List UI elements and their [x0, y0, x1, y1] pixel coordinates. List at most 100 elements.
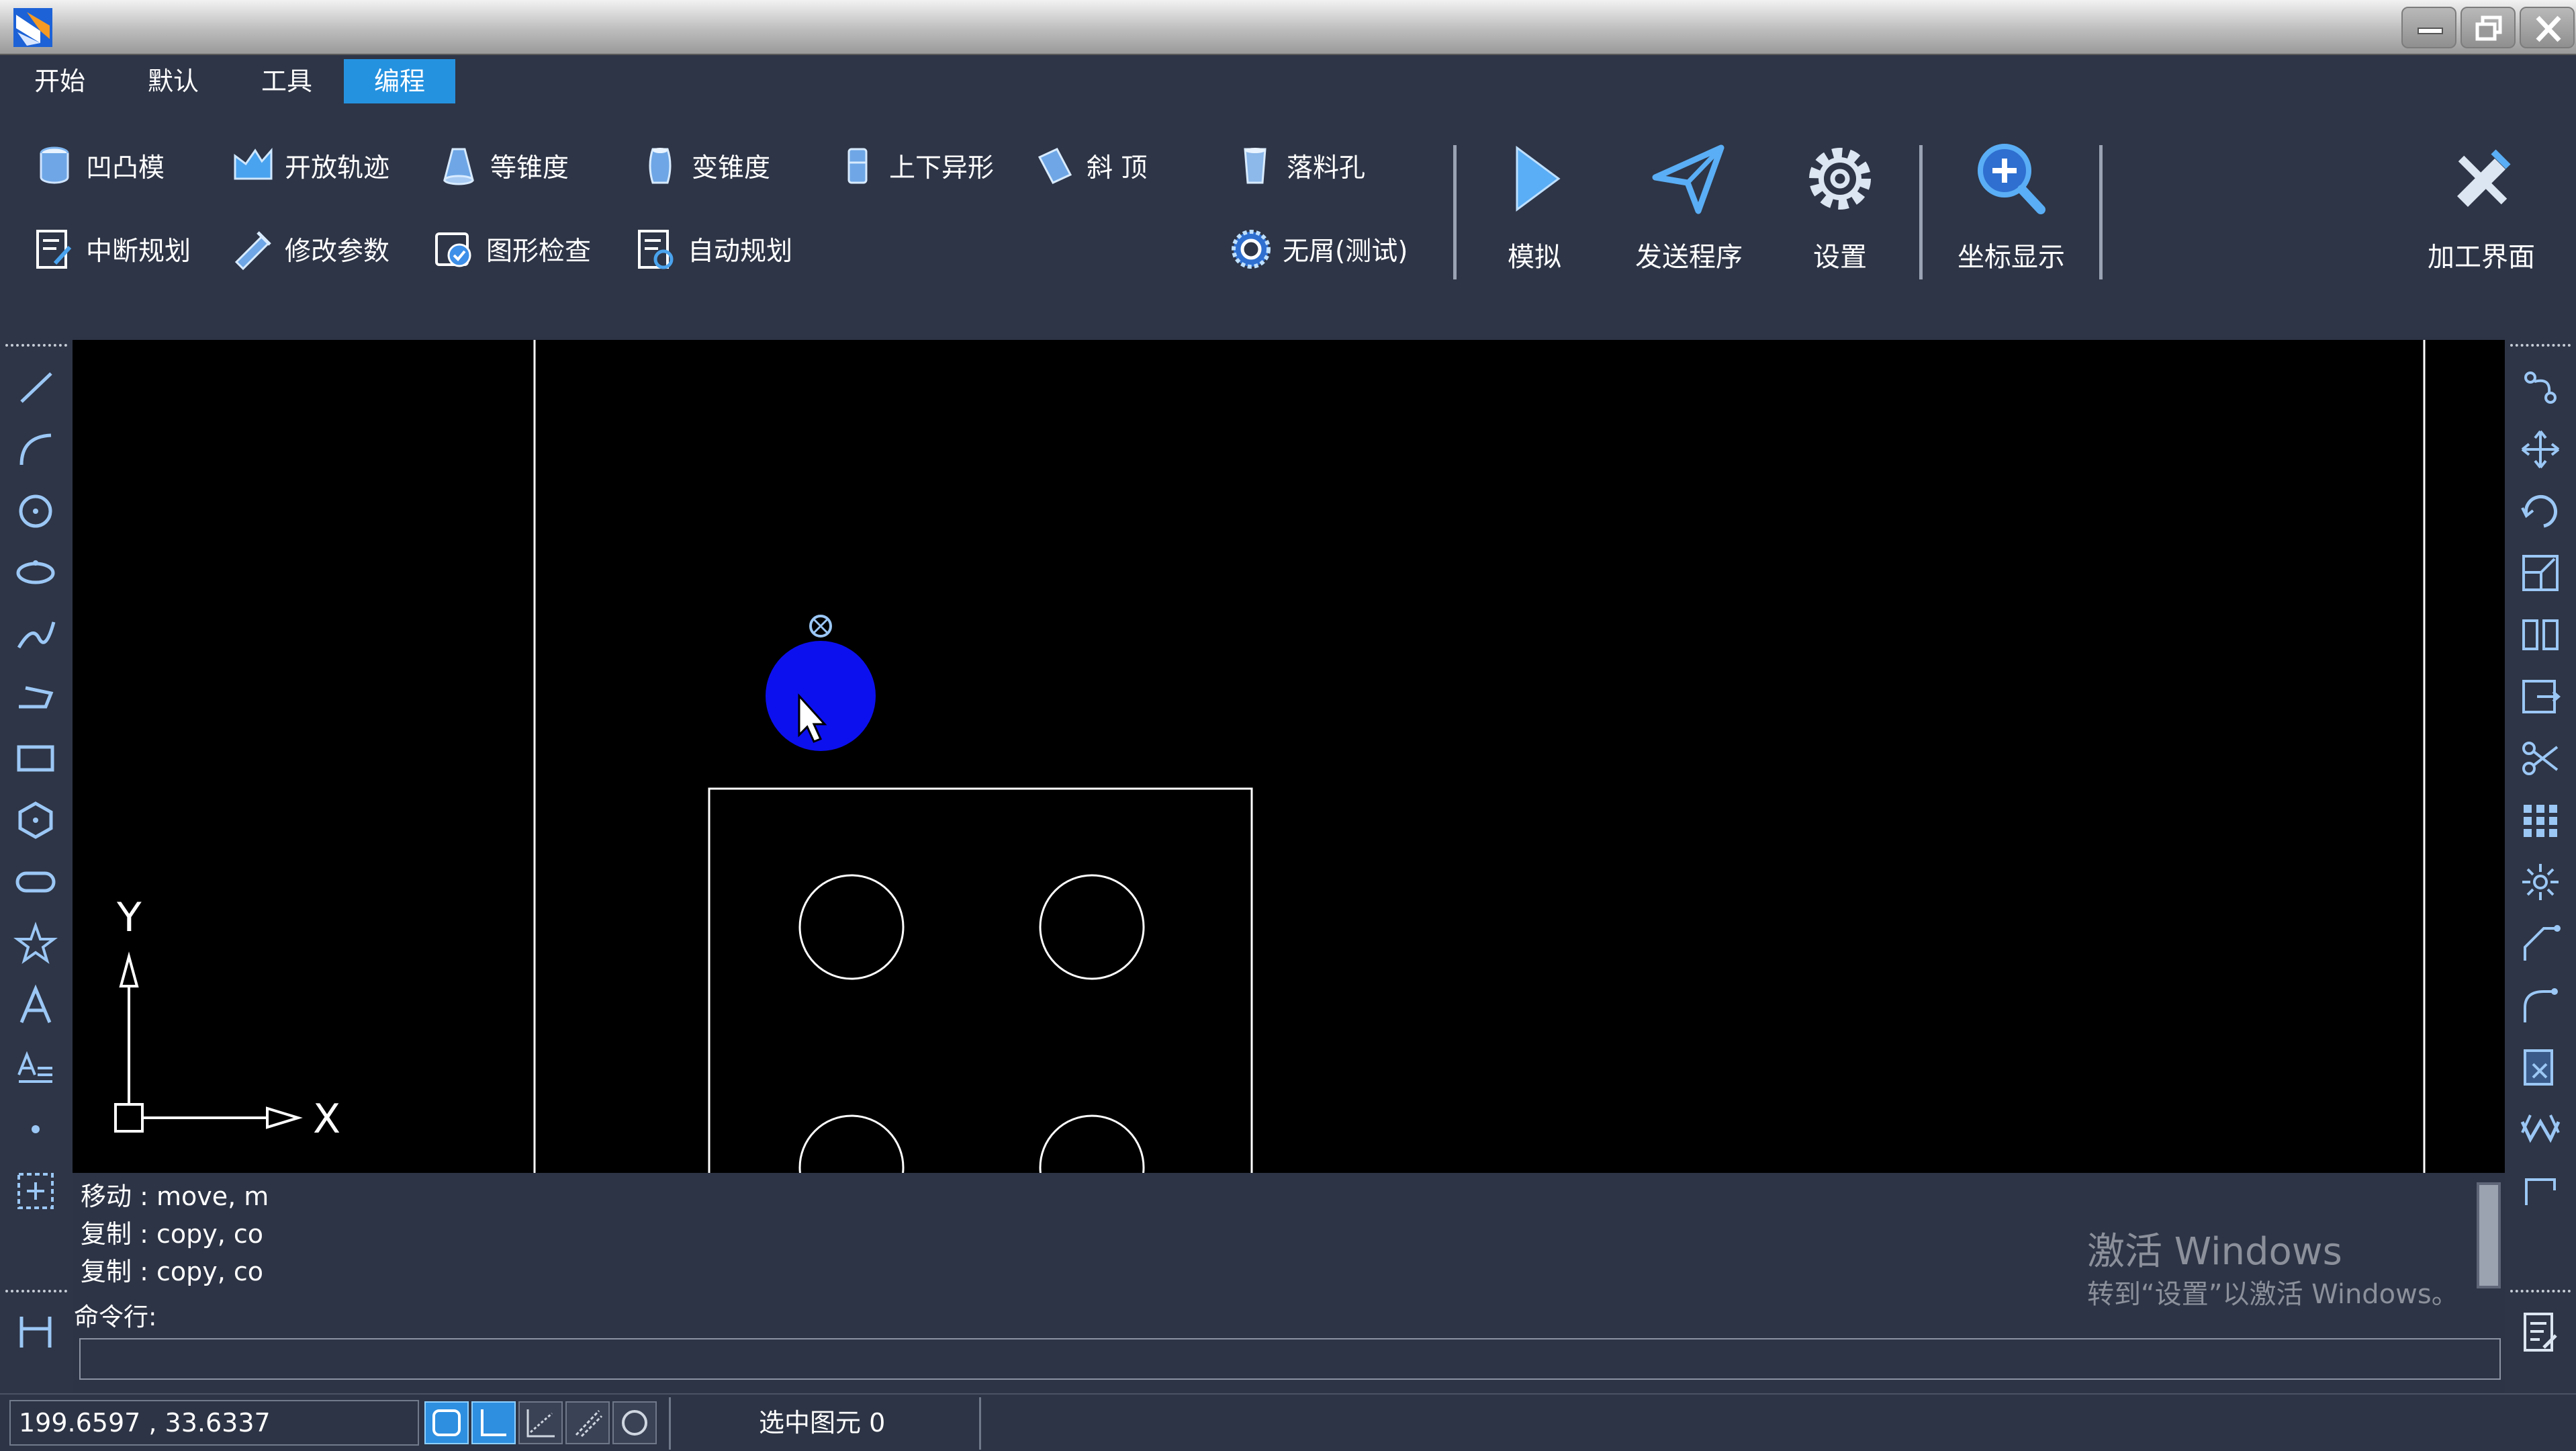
- hole-circle[interactable]: [798, 1114, 905, 1173]
- fillet-icon[interactable]: [2517, 982, 2564, 1029]
- move-icon[interactable]: [2517, 426, 2564, 473]
- hole-circle[interactable]: [798, 874, 905, 980]
- open-path-button[interactable]: 开放轨迹: [231, 136, 389, 196]
- activation-watermark-title: 激活 Windows: [2087, 1230, 2342, 1274]
- zoom-icon: [1978, 144, 2045, 214]
- scrollbar-thumb[interactable]: [2479, 1185, 2498, 1286]
- scissors-icon[interactable]: [2517, 735, 2564, 782]
- graphic-check-icon: [435, 232, 471, 267]
- array-icon[interactable]: [2517, 797, 2564, 844]
- ellipse-icon[interactable]: [12, 549, 59, 597]
- send-program-button[interactable]: 发送程序: [1612, 105, 1766, 306]
- graphic-check-button[interactable]: 图形检查: [432, 219, 591, 279]
- trim-node-icon[interactable]: [2517, 364, 2564, 411]
- title-bar: [0, 0, 2576, 55]
- no-chip-button[interactable]: 无屑(测试): [1229, 219, 1408, 279]
- slot-icon[interactable]: [12, 859, 59, 906]
- snap-circle-toggle[interactable]: [612, 1401, 657, 1444]
- upper-lower-shape-icon: [847, 148, 868, 184]
- drop-hole-button[interactable]: 落料孔: [1233, 136, 1365, 196]
- y-axis-label: Y: [116, 894, 142, 941]
- tab-default[interactable]: 默认: [120, 59, 227, 103]
- text-icon[interactable]: [12, 1044, 59, 1091]
- snap-tangent-toggle[interactable]: [565, 1401, 610, 1444]
- variable-taper-button[interactable]: 变锥度: [638, 136, 770, 196]
- coordinate-axes: [114, 951, 303, 1133]
- history-scrollbar[interactable]: [2477, 1182, 2501, 1288]
- machining-interface-button[interactable]: 加工界面: [2418, 105, 2545, 306]
- properties-icon[interactable]: [2517, 1309, 2564, 1356]
- scale-icon[interactable]: [2517, 549, 2564, 597]
- tab-tools[interactable]: 工具: [231, 59, 342, 103]
- interrupt-plan-icon: [36, 230, 72, 269]
- play-icon: [1516, 146, 1561, 212]
- cylinder-icon: [40, 146, 69, 184]
- point-icon[interactable]: [12, 1106, 59, 1153]
- variable-taper-icon: [649, 148, 672, 184]
- target-marker[interactable]: [809, 615, 832, 637]
- close-button[interactable]: [2520, 7, 2575, 48]
- line-icon[interactable]: [12, 364, 59, 411]
- snap-tangent-icon: [575, 1409, 603, 1438]
- break-icon[interactable]: [2517, 1106, 2564, 1153]
- selected-label: 选中图元: [759, 1408, 862, 1438]
- equal-taper-button[interactable]: 等锥度: [436, 136, 569, 196]
- modify-params-button[interactable]: 修改参数: [231, 219, 389, 279]
- spline-icon[interactable]: [12, 611, 59, 658]
- rotate-icon[interactable]: [2517, 488, 2564, 535]
- slant-top-button[interactable]: 斜 顶: [1033, 136, 1147, 196]
- extend-icon[interactable]: [2517, 1044, 2564, 1091]
- ribbon-separator: [2099, 145, 2103, 279]
- hole-circle[interactable]: [1039, 874, 1145, 980]
- select-box-icon[interactable]: [12, 1168, 59, 1215]
- hole-circle[interactable]: [1039, 1114, 1145, 1173]
- auto-plan-button[interactable]: 自动规划: [634, 219, 792, 279]
- menu-bar: 开始 默认 工具 编程: [0, 56, 2576, 105]
- auto-plan-icon: [638, 230, 674, 269]
- snap-grid-toggle[interactable]: [518, 1401, 563, 1444]
- chamfer-icon[interactable]: [2517, 920, 2564, 967]
- arc-icon[interactable]: [12, 426, 59, 473]
- toolbar-grip: [5, 344, 67, 347]
- upper-lower-shape-button[interactable]: 上下异形: [835, 136, 994, 196]
- mirror-icon[interactable]: [2517, 611, 2564, 658]
- snap-ortho-toggle[interactable]: [471, 1401, 516, 1444]
- circle-icon[interactable]: [12, 488, 59, 535]
- offset-icon[interactable]: [2517, 673, 2564, 720]
- right-toolbar: [2505, 337, 2576, 1393]
- machining-icon: [2457, 149, 2511, 207]
- toolbar-grip: [2510, 344, 2571, 347]
- polygon-icon[interactable]: [12, 797, 59, 844]
- polyline-icon[interactable]: [12, 673, 59, 720]
- tab-start[interactable]: 开始: [3, 59, 117, 103]
- minimize-button[interactable]: [2401, 7, 2456, 48]
- start-point-marker[interactable]: [766, 641, 876, 751]
- history-line: 复制 : copy, co: [81, 1257, 264, 1286]
- corner-icon[interactable]: [2517, 1168, 2564, 1215]
- explode-icon[interactable]: [2517, 859, 2564, 906]
- rectangle-icon[interactable]: [12, 735, 59, 782]
- convex-concave-die-button[interactable]: 凹凸模: [32, 136, 165, 196]
- settings-button[interactable]: 设置: [1786, 105, 1894, 306]
- snap-circle-icon: [622, 1410, 647, 1436]
- send-icon: [1652, 144, 1724, 214]
- ribbon-toolbar: 凹凸模 开放轨迹 等锥度 变锥度 上下异形 斜 顶 落料孔 中断规划 修改参数 …: [0, 105, 2576, 337]
- status-separator: [979, 1397, 981, 1450]
- open-path-icon: [234, 148, 273, 180]
- simulate-button[interactable]: 模拟: [1477, 105, 1592, 306]
- dimension-icon[interactable]: [12, 1309, 59, 1356]
- letter-a-icon[interactable]: [12, 982, 59, 1029]
- status-separator: [669, 1397, 671, 1450]
- star-icon[interactable]: [12, 920, 59, 967]
- close-icon: [2536, 15, 2561, 42]
- modify-params-icon: [234, 231, 271, 271]
- interrupt-plan-button[interactable]: 中断规划: [32, 219, 191, 279]
- selected-elements-status: 选中图元 0: [759, 1400, 885, 1446]
- command-input[interactable]: [79, 1338, 2501, 1380]
- part-outline[interactable]: [708, 787, 1253, 1173]
- tab-programming[interactable]: 编程: [344, 59, 455, 103]
- drawing-canvas[interactable]: Y X: [73, 340, 2505, 1173]
- coordinate-display-button[interactable]: 坐标显示: [1934, 105, 2088, 306]
- snap-endpoint-toggle[interactable]: [424, 1401, 469, 1444]
- restore-button[interactable]: [2460, 7, 2516, 48]
